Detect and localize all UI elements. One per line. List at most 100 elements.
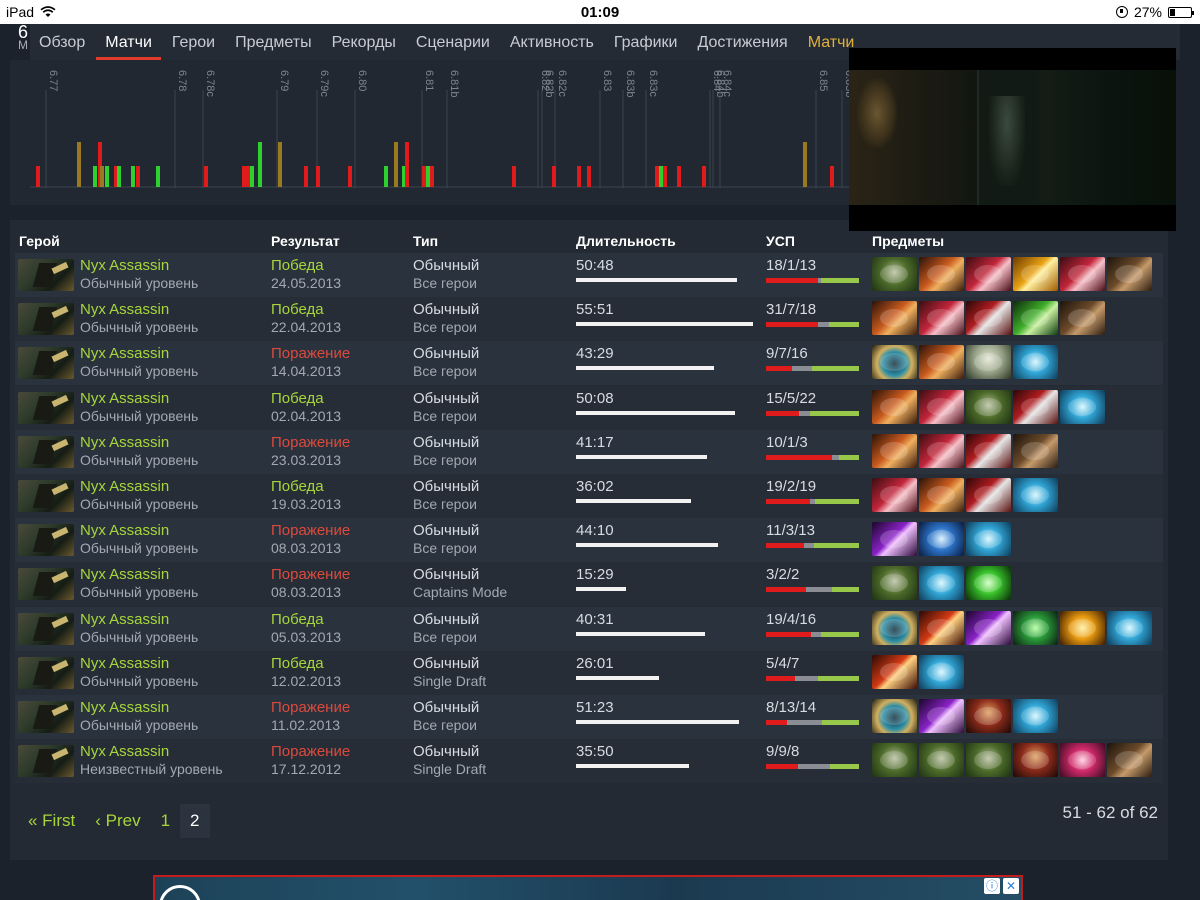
match-marker-loss[interactable]	[430, 166, 434, 187]
hero-name[interactable]: Nyx Assassin	[80, 434, 169, 451]
bottle-item-icon[interactable]: bottle-item	[1013, 699, 1058, 733]
ring-item-icon[interactable]: ring-item	[872, 699, 917, 733]
match-marker-win[interactable]	[117, 166, 121, 187]
match-marker-abandon[interactable]	[100, 166, 104, 187]
match-marker-loss[interactable]	[246, 166, 250, 187]
hero-name[interactable]: Nyx Assassin	[80, 390, 169, 407]
match-marker-loss[interactable]	[552, 166, 556, 187]
header-kda[interactable]: УСП	[766, 233, 795, 249]
match-marker-win[interactable]	[250, 166, 254, 187]
match-result[interactable]: Поражение	[271, 345, 350, 362]
hero-portrait[interactable]	[18, 745, 74, 778]
match-result[interactable]: Победа	[271, 301, 324, 318]
boot-item-icon[interactable]: boot-item	[1107, 743, 1152, 778]
skull-item-icon[interactable]: skull-item	[966, 389, 1011, 424]
pink-orb-item-icon[interactable]: pink-orb-item	[1060, 743, 1105, 778]
boot-item-icon[interactable]: boot-item	[1013, 433, 1058, 468]
match-marker-loss[interactable]	[663, 166, 667, 187]
tab-overview[interactable]: Обзор	[30, 34, 94, 60]
spear-item-icon[interactable]: spear-item	[872, 654, 917, 689]
hero-name[interactable]: Nyx Assassin	[80, 345, 169, 362]
hero-name[interactable]: Nyx Assassin	[80, 655, 169, 672]
hero-portrait[interactable]	[18, 259, 74, 291]
table-row[interactable]: Nyx Assassin Обычный уровень Победа 24.0…	[15, 253, 1163, 297]
skull-item-icon[interactable]: skull-item	[872, 566, 917, 601]
bottle-item-icon[interactable]: bottle-item	[919, 566, 964, 601]
claw-item-icon[interactable]: claw-item	[872, 478, 917, 512]
ad-close-icon[interactable]: ✕	[1003, 878, 1019, 894]
match-marker-win[interactable]	[659, 166, 663, 187]
claw-item-icon[interactable]: claw-item	[1060, 257, 1105, 291]
match-marker-loss[interactable]	[348, 166, 352, 187]
ad-banner[interactable]: ⓘ ✕	[153, 875, 1023, 900]
hero-name[interactable]: Nyx Assassin	[80, 522, 169, 539]
table-row[interactable]: Nyx Assassin Обычный уровень Победа 19.0…	[15, 474, 1163, 518]
tab-achievements[interactable]: Достижения	[688, 34, 796, 60]
table-row[interactable]: Nyx Assassin Обычный уровень Поражение 1…	[15, 341, 1163, 386]
tab-graphs[interactable]: Графики	[605, 34, 687, 60]
claw-item-icon[interactable]: claw-item	[919, 301, 964, 336]
hero-name[interactable]: Nyx Assassin	[80, 699, 169, 716]
dagger-item-icon[interactable]: dagger-item	[966, 478, 1011, 512]
purple-blade-item-icon[interactable]: purple-blade-item	[872, 522, 917, 557]
table-row[interactable]: Nyx Assassin Обычный уровень Поражение 2…	[15, 429, 1163, 474]
match-marker-loss[interactable]	[677, 166, 681, 187]
hero-name[interactable]: Nyx Assassin	[80, 257, 169, 274]
table-row[interactable]: Nyx Assassin Обычный уровень Поражение 1…	[15, 695, 1163, 739]
match-marker-abandon[interactable]	[394, 142, 398, 187]
hero-portrait[interactable]	[18, 435, 74, 468]
mushroom-item-icon[interactable]: mushroom-item	[966, 345, 1011, 380]
header-hero[interactable]: Герой	[19, 233, 60, 249]
hero-portrait[interactable]	[18, 612, 74, 645]
hero-name[interactable]: Nyx Assassin	[80, 478, 169, 495]
bottle-item-icon[interactable]: bottle-item	[1013, 478, 1058, 512]
header-result[interactable]: Результат	[271, 233, 340, 249]
ring-item-icon[interactable]: ring-item	[872, 345, 917, 380]
axe-item-icon[interactable]: axe-item	[872, 433, 917, 468]
match-marker-win[interactable]	[105, 166, 109, 187]
match-result[interactable]: Поражение	[271, 743, 350, 760]
tab-matches[interactable]: Матчи	[96, 34, 161, 60]
claw-item-icon[interactable]: claw-item	[919, 389, 964, 424]
purple-blade-item-icon[interactable]: purple-blade-item	[966, 610, 1011, 645]
match-marker-loss[interactable]	[702, 166, 706, 187]
match-marker-loss[interactable]	[405, 142, 409, 187]
match-marker-abandon[interactable]	[77, 142, 81, 187]
hood-item-icon[interactable]: hood-item	[966, 699, 1011, 733]
match-marker-loss[interactable]	[242, 166, 246, 187]
tab-activity[interactable]: Активность	[501, 34, 603, 60]
skull-item-icon[interactable]: skull-item	[872, 257, 917, 291]
page-link-1[interactable]: 1	[151, 804, 180, 838]
boot-item-icon[interactable]: boot-item	[1060, 301, 1105, 336]
claw-item-icon[interactable]: claw-item	[919, 433, 964, 468]
match-marker-loss[interactable]	[577, 166, 581, 187]
table-row[interactable]: Nyx Assassin Обычный уровень Победа 05.0…	[15, 606, 1163, 651]
blue-orb-item-icon[interactable]: blue-orb-item	[919, 522, 964, 557]
bottle-item-icon[interactable]: bottle-item	[919, 654, 964, 689]
match-marker-win[interactable]	[384, 166, 388, 187]
tab-heroes[interactable]: Герои	[163, 34, 224, 60]
hero-name[interactable]: Nyx Assassin	[80, 566, 169, 583]
tab-items[interactable]: Предметы	[226, 34, 320, 60]
match-marker-win[interactable]	[258, 142, 262, 187]
match-marker-loss[interactable]	[655, 166, 659, 187]
first-page-link[interactable]: « First	[18, 804, 85, 838]
green-orb-item-icon[interactable]: green-orb-item	[966, 566, 1011, 601]
hero-portrait[interactable]	[18, 347, 74, 380]
claw-item-icon[interactable]: claw-item	[966, 257, 1011, 291]
ring-item-icon[interactable]: ring-item	[872, 610, 917, 645]
match-result[interactable]: Поражение	[271, 434, 350, 451]
axe-item-icon[interactable]: axe-item	[919, 345, 964, 380]
header-type[interactable]: Тип	[413, 233, 438, 249]
match-marker-loss[interactable]	[316, 166, 320, 187]
hero-portrait[interactable]	[18, 568, 74, 601]
match-result[interactable]: Поражение	[271, 522, 350, 539]
axe-item-icon[interactable]: axe-item	[872, 301, 917, 336]
match-marker-win[interactable]	[156, 166, 160, 187]
hood-item-icon[interactable]: hood-item	[1013, 743, 1058, 778]
hero-portrait[interactable]	[18, 701, 74, 733]
match-marker-loss[interactable]	[587, 166, 591, 187]
match-marker-win[interactable]	[93, 166, 97, 187]
purple-blade-item-icon[interactable]: purple-blade-item	[919, 699, 964, 733]
gold-blade-item-icon[interactable]: gold-blade-item	[1013, 257, 1058, 291]
